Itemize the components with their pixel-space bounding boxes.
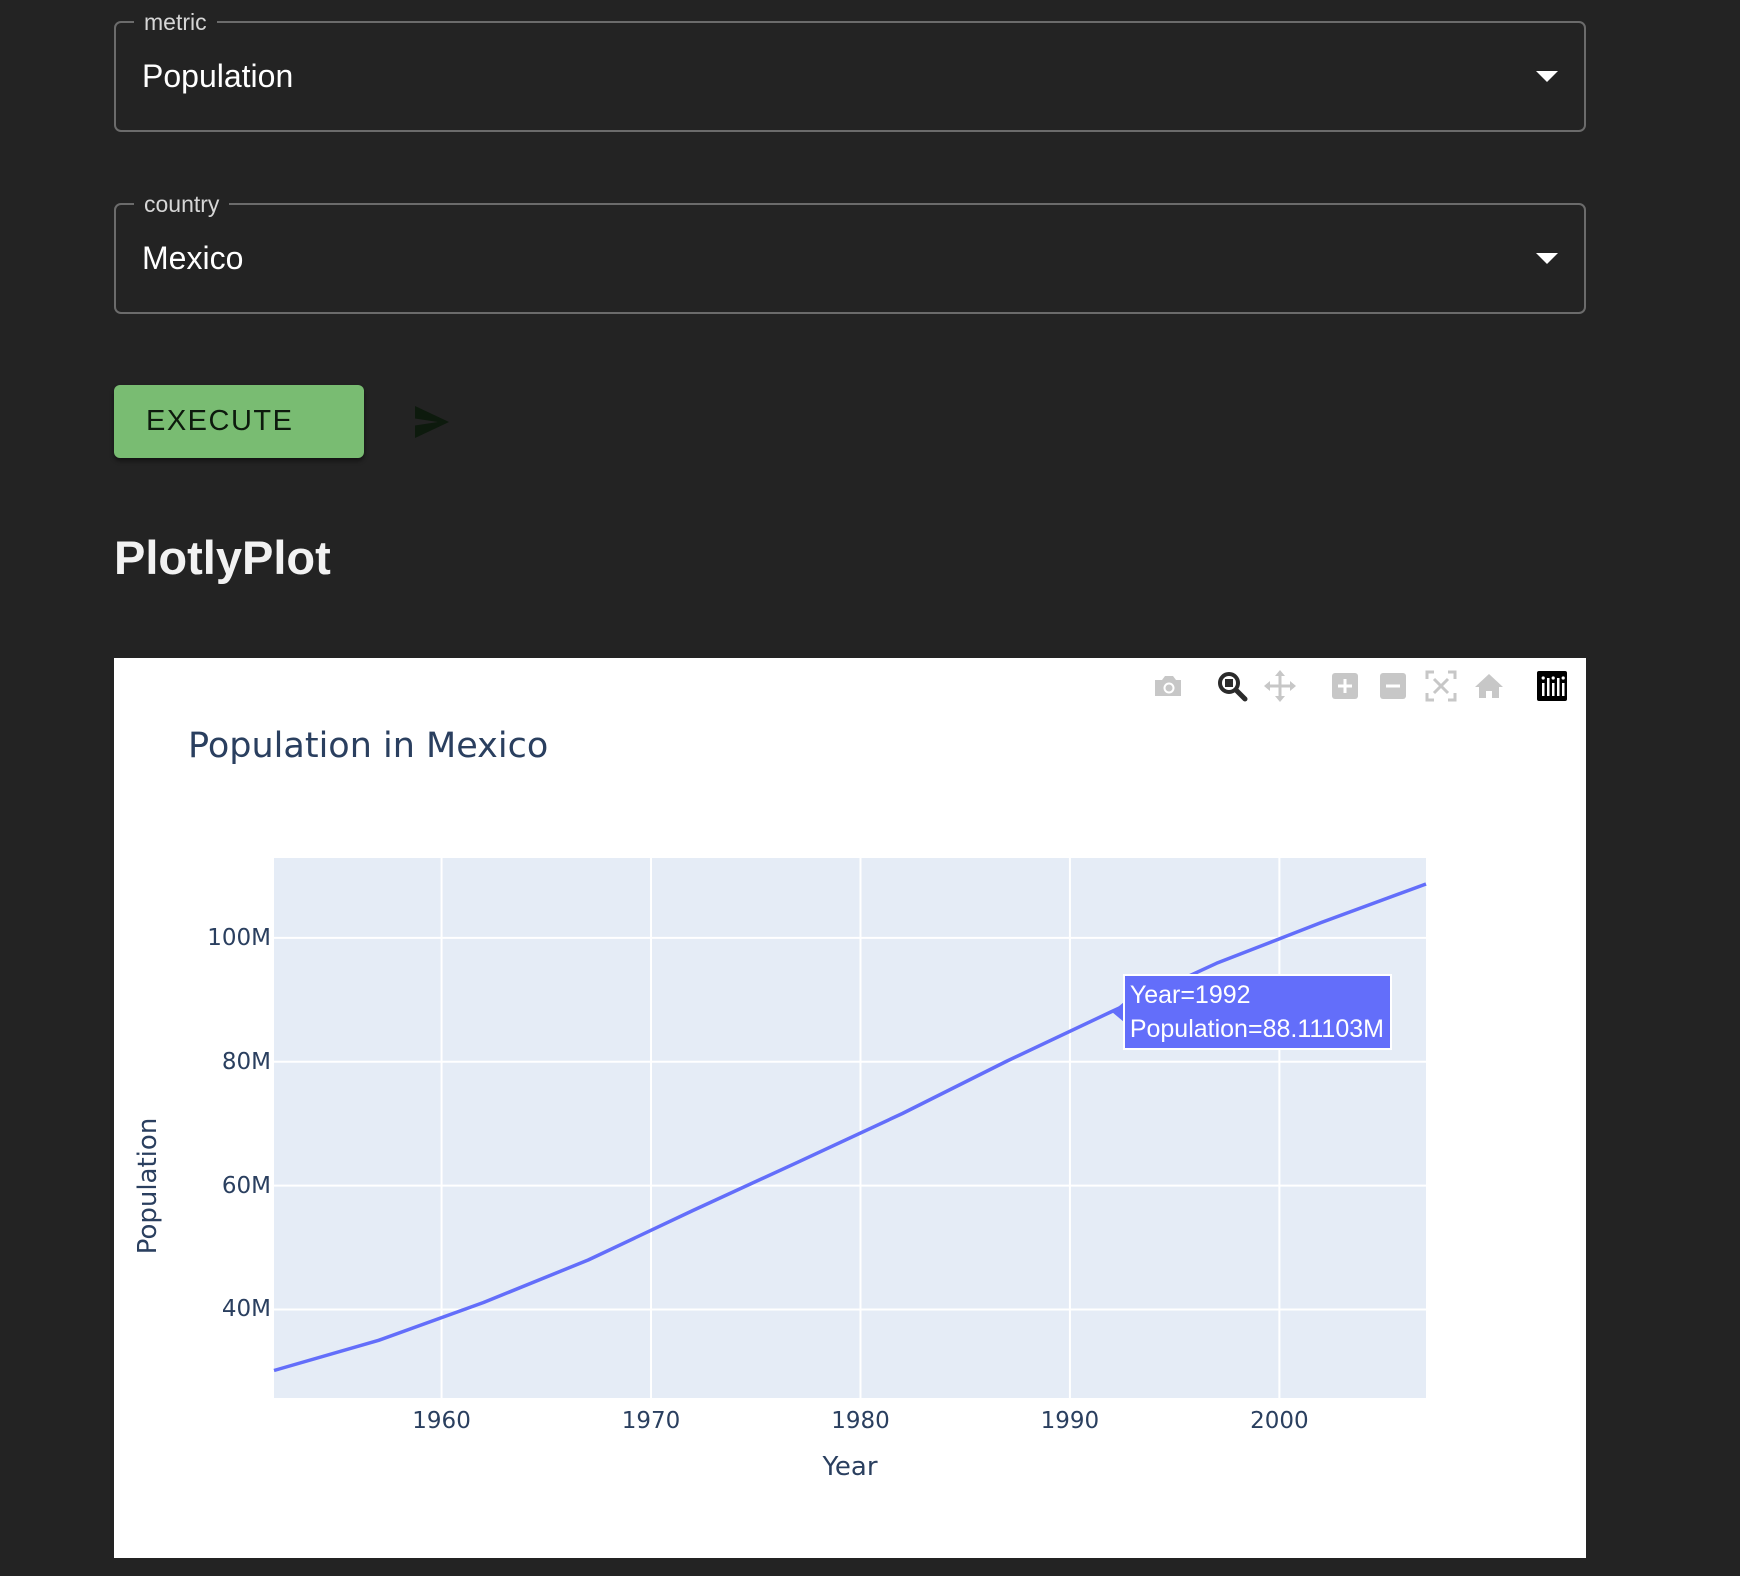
x-tick-label: 1980: [831, 1408, 890, 1434]
chevron-down-icon: [1536, 71, 1558, 82]
y-axis-title: Population: [133, 1117, 163, 1255]
x-axis-title: Year: [822, 1452, 878, 1482]
hover-tooltip: Year=1992 Population=88.11103M: [1122, 973, 1392, 1050]
x-tick-label: 1960: [412, 1408, 471, 1434]
country-select-value: Mexico: [142, 240, 244, 276]
y-tick-label: 80M: [221, 1048, 271, 1075]
country-select[interactable]: country Mexico: [114, 190, 1586, 314]
chevron-down-icon: [1536, 253, 1558, 264]
x-tick-label: 1990: [1040, 1408, 1100, 1434]
x-tick-label: 1970: [621, 1408, 681, 1434]
send-icon: [415, 406, 449, 438]
page: metric Population country Mexico EXECUTE…: [0, 0, 1740, 1576]
y-tick-label: 40M: [221, 1296, 271, 1323]
x-tick-label: 2000: [1250, 1408, 1309, 1434]
send-icon-shape: [415, 406, 449, 438]
hover-value-text: Population=88.11103M: [1129, 1014, 1384, 1043]
plot-panel: Population in Mexico 1960 1970 1980 1990 200…: [114, 658, 1586, 1558]
section-heading: PlotlyPlot: [114, 531, 331, 584]
metric-select-value: Population: [142, 58, 294, 94]
metric-select[interactable]: metric Population: [114, 8, 1586, 132]
execute-button[interactable]: EXECUTE: [114, 385, 449, 458]
y-tick-label: 100M: [207, 924, 271, 951]
y-tick-label: 60M: [221, 1172, 271, 1199]
hover-year-text: Year=1992: [1129, 980, 1251, 1009]
execute-button-label: EXECUTE: [146, 405, 294, 437]
